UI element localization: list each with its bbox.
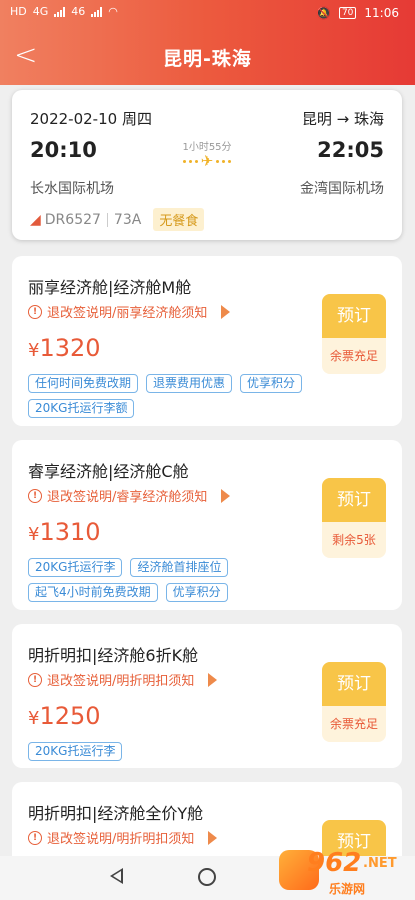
stock-status: 剩余5张 [332, 533, 376, 547]
book-button[interactable]: 预订 余票充足 [322, 662, 386, 742]
watermark-text: 乐游网 [329, 882, 366, 896]
cabin-card: 睿享经济舱|经济舱C舱 ! 退改签说明/睿享经济舱须知 ¥1310 20KG托运… [12, 440, 402, 610]
aircraft-type: 73A [113, 211, 142, 228]
cabin-name: 明折明扣|经济舱6折K舱 [28, 646, 199, 665]
currency: ¥ [28, 708, 40, 729]
flight-number: DR6527 [44, 211, 101, 228]
currency: ¥ [28, 524, 40, 545]
info-icon: ! [28, 304, 42, 319]
watermark-logo: 962 .NET 乐游网 [279, 848, 407, 898]
benefit-tag: 经济舱首排座位 [130, 558, 229, 577]
clock: 11:06 [364, 6, 399, 20]
network-label: 4G [32, 5, 49, 18]
price: ¥1310 [28, 518, 101, 546]
back-nav-icon[interactable] [110, 868, 123, 884]
refund-rule-text: 退改签说明/明折明扣须知 [47, 832, 195, 847]
arrow-right-icon [221, 488, 231, 503]
battery-icon: 70 [338, 7, 357, 19]
benefit-tag: 优享积分 [240, 374, 303, 393]
book-label: 预订 [322, 662, 386, 706]
cabin-card: 明折明扣|经济舱6折K舱 ! 退改签说明/明折明扣须知 ¥1250 20KG托运… [12, 624, 402, 768]
benefit-tag: 退票费用优惠 [146, 374, 233, 393]
price-value: 1320 [39, 334, 101, 362]
flight-duration: 1小时55分 [182, 142, 232, 153]
currency: ¥ [28, 340, 40, 361]
watermark-net: .NET [363, 856, 397, 871]
price: ¥1320 [28, 334, 101, 362]
refund-rule-link[interactable]: ! 退改签说明/睿享经济舱须知 [28, 486, 231, 505]
benefit-tags: 任何时间免费改期 退票费用优惠 优享积分 20KG托运行李额 [28, 374, 318, 418]
price-value: 1310 [39, 518, 101, 546]
stock-status: 余票充足 [329, 349, 378, 363]
refund-rule-link[interactable]: ! 退改签说明/明折明扣须知 [28, 828, 218, 847]
arrival-time: 22:05 [317, 138, 384, 162]
benefit-tag: 起飞4小时前免费改期 [28, 583, 158, 602]
page-title: 昆明-珠海 [163, 48, 252, 70]
cabin-name: 明折明扣|经济舱全价Y舱 [28, 804, 204, 823]
info-icon: ! [28, 830, 42, 845]
cabin-name: 丽享经济舱|经济舱M舱 [28, 278, 192, 297]
price: ¥1250 [28, 702, 101, 730]
arrow-right-icon [208, 830, 218, 845]
info-icon: ! [28, 488, 42, 503]
home-nav-icon[interactable] [198, 868, 216, 886]
price-value: 1250 [39, 702, 101, 730]
stock-status: 余票充足 [329, 717, 378, 731]
arrow-right-icon [208, 672, 218, 687]
benefit-tag: 20KG托运行李 [28, 742, 123, 761]
flight-summary-card: 2022-02-10 周四 昆明 → 珠海 20:10 1小时55分 ✈ 22:… [12, 90, 402, 240]
refund-rule-text: 退改签说明/明折明扣须知 [47, 674, 195, 689]
info-icon: ! [28, 672, 42, 687]
refund-rule-link[interactable]: ! 退改签说明/丽享经济舱须知 [28, 302, 231, 321]
cabin-card: 丽享经济舱|经济舱M舱 ! 退改签说明/丽享经济舱须知 ¥1320 任何时间免费… [12, 256, 402, 426]
benefit-tags: 20KG托运行李 [28, 742, 318, 761]
signal-icon [54, 6, 66, 17]
flight-info-row: ◢ DR6527 73A 无餐食 [30, 208, 205, 231]
network-label-2: 46 [71, 5, 86, 18]
plane-icon: ✈ [162, 152, 252, 170]
refund-rule-text: 退改签说明/睿享经济舱须知 [47, 490, 208, 505]
cabin-name: 睿享经济舱|经济舱C舱 [28, 462, 189, 481]
book-label: 预订 [322, 478, 386, 522]
benefit-tag: 任何时间免费改期 [28, 374, 139, 393]
meal-badge: 无餐食 [153, 208, 205, 231]
flight-route: 昆明 → 珠海 [301, 110, 384, 128]
arrow-right-icon [221, 304, 231, 319]
book-button[interactable]: 预订 剩余5张 [322, 478, 386, 558]
silent-icon: 🔕 [316, 6, 331, 20]
arrival-airport: 金湾国际机场 [300, 181, 384, 197]
departure-time: 20:10 [30, 138, 97, 162]
flight-date: 2022-02-10 周四 [30, 110, 152, 128]
book-label: 预订 [322, 294, 386, 338]
signal-icon [91, 6, 103, 17]
nav-bar: < 昆明-珠海 [0, 38, 415, 76]
hd-label: HD [10, 5, 27, 18]
wifi-icon: ◠ [108, 5, 118, 18]
benefit-tag: 20KG托运行李 [28, 558, 123, 577]
book-button[interactable]: 预订 余票充足 [322, 294, 386, 374]
refund-rule-link[interactable]: ! 退改签说明/明折明扣须知 [28, 670, 218, 689]
divider [106, 212, 108, 227]
airline-logo-icon: ◢ [30, 211, 41, 228]
departure-airport: 长水国际机场 [30, 181, 114, 197]
benefit-tag: 20KG托运行李额 [28, 399, 135, 418]
benefit-tag: 优享积分 [165, 583, 228, 602]
watermark-number: 962 [307, 848, 362, 878]
benefit-tags: 20KG托运行李 经济舱首排座位 起飞4小时前免费改期 优享积分 [28, 558, 318, 602]
refund-rule-text: 退改签说明/丽享经济舱须知 [47, 306, 208, 321]
header-bar: HD 4G 46 ◠ 🔕 70 11:06 < 昆明-珠海 [0, 0, 415, 85]
status-bar: HD 4G 46 ◠ 🔕 70 11:06 [0, 0, 415, 30]
